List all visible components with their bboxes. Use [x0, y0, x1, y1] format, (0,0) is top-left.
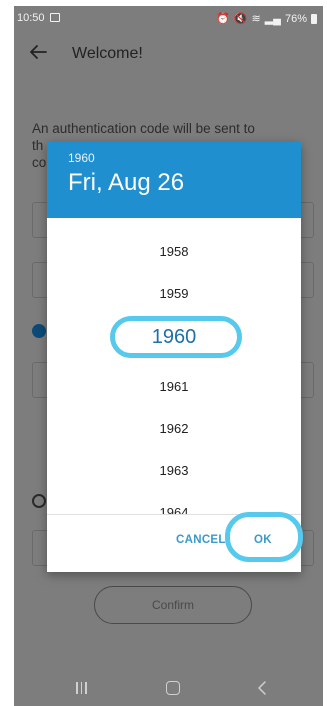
- year-item[interactable]: 1963: [47, 463, 301, 478]
- page-title: Welcome!: [72, 45, 143, 62]
- dialog-header: 1960 Fri, Aug 26: [47, 142, 301, 218]
- radio-button[interactable]: [32, 494, 46, 508]
- header-year[interactable]: 1960: [68, 151, 95, 165]
- nav-back-icon[interactable]: [254, 679, 272, 697]
- highlight-selected-year: [110, 316, 242, 358]
- status-time: 10:50: [17, 12, 45, 24]
- radio-button-selected[interactable]: [32, 324, 46, 338]
- phone-frame: 10:50 ⏰ 🔇 ≋ ▂▄ 76% Welcome! An authentic…: [0, 0, 327, 706]
- status-icons: ⏰ 🔇 ≋ ▂▄ 76%: [216, 12, 317, 25]
- year-list[interactable]: 1958 1959 1960 1961 1962 1963 1964: [47, 218, 301, 514]
- navigation-bar: [14, 668, 323, 706]
- alarm-icon: ⏰: [216, 13, 230, 25]
- year-item[interactable]: 1958: [47, 244, 301, 259]
- recent-apps-icon[interactable]: [76, 682, 88, 694]
- wifi-icon: ≋: [251, 13, 261, 25]
- cancel-button[interactable]: CANCEL: [176, 534, 226, 546]
- battery-icon: [311, 13, 317, 24]
- back-arrow-icon[interactable]: [26, 40, 50, 64]
- info-line: An authentication code will be sent to: [32, 121, 255, 136]
- header-date[interactable]: Fri, Aug 26: [68, 169, 184, 197]
- year-item[interactable]: 1961: [47, 379, 301, 394]
- home-icon[interactable]: [166, 681, 180, 695]
- mute-icon: 🔇: [233, 13, 248, 25]
- year-item[interactable]: 1962: [47, 421, 301, 436]
- year-item[interactable]: 1959: [47, 286, 301, 301]
- highlight-ok-button: [225, 512, 303, 562]
- image-icon: [50, 13, 60, 22]
- signal-icon: ▂▄: [264, 13, 281, 25]
- app-bar: Welcome!: [14, 32, 323, 76]
- status-bar: 10:50 ⏰ 🔇 ≋ ▂▄ 76%: [14, 6, 323, 32]
- confirm-button[interactable]: Confirm: [94, 586, 252, 624]
- battery-text: 76%: [284, 12, 307, 25]
